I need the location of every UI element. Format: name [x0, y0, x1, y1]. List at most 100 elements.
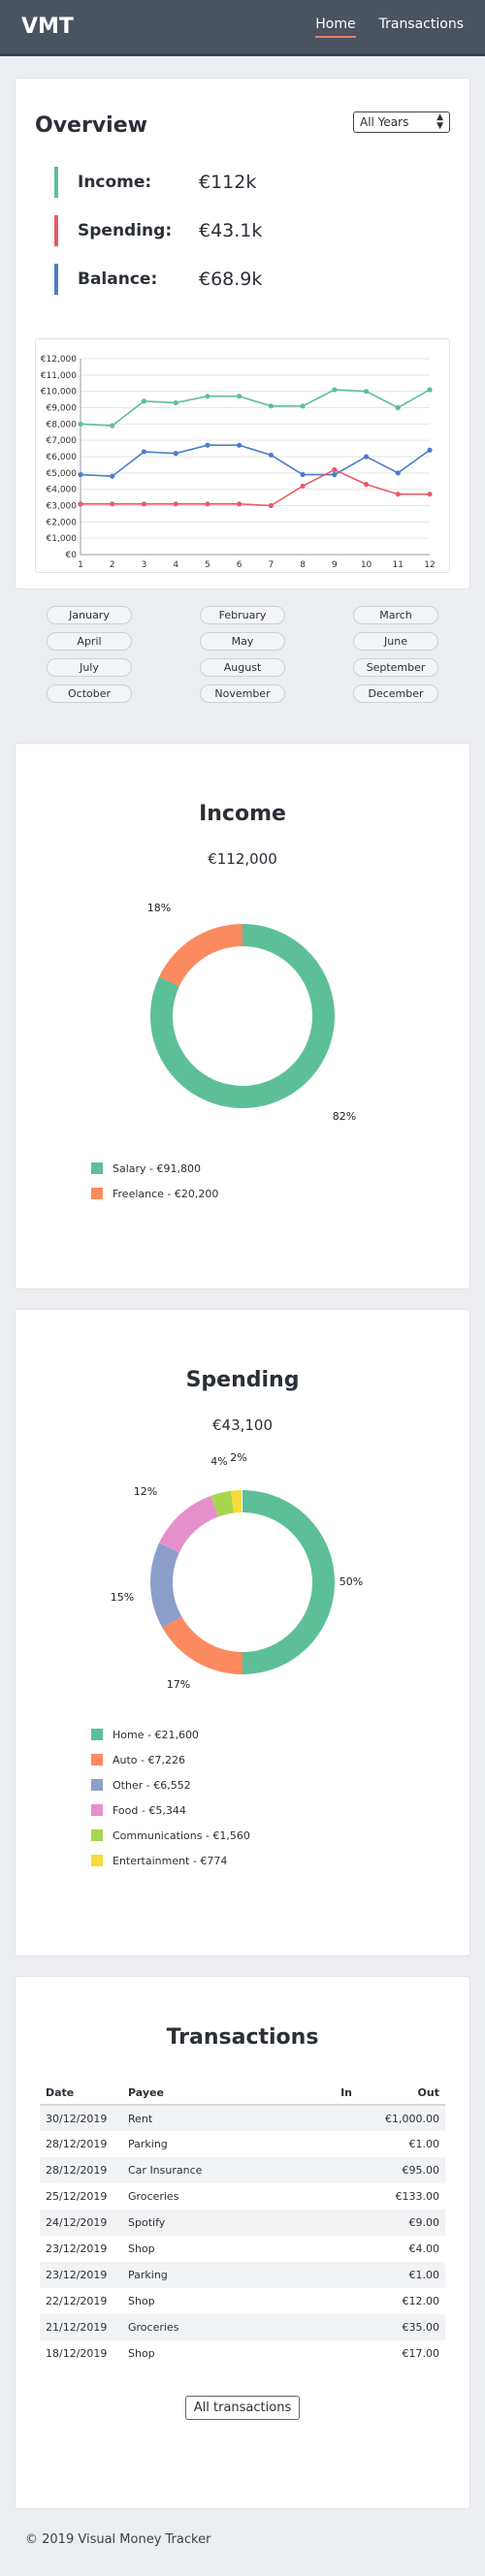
donut-slice[interactable]: [242, 1490, 335, 1674]
month-november-button[interactable]: November: [200, 684, 285, 703]
series-line: [81, 468, 430, 507]
col-out: Out: [358, 2081, 445, 2106]
table-row[interactable]: 28/12/2019 Parking €1.00: [40, 2131, 445, 2157]
data-point[interactable]: [427, 387, 433, 393]
col-payee: Payee: [122, 2081, 300, 2106]
donut-slice[interactable]: [159, 924, 242, 987]
data-point[interactable]: [237, 394, 242, 399]
month-march-button[interactable]: March: [353, 606, 438, 624]
data-point[interactable]: [205, 442, 210, 448]
data-point[interactable]: [205, 394, 210, 399]
data-point[interactable]: [205, 501, 210, 507]
table-row[interactable]: 23/12/2019 Shop €4.00: [40, 2236, 445, 2262]
data-point[interactable]: [427, 447, 433, 453]
donut-slice[interactable]: [150, 1542, 182, 1628]
data-point[interactable]: [78, 501, 83, 507]
month-august-button[interactable]: August: [200, 658, 285, 677]
y-tick-label: €7,000: [47, 436, 78, 446]
data-point[interactable]: [268, 452, 274, 458]
table-row[interactable]: 24/12/2019 Spotify €9.00: [40, 2210, 445, 2236]
stat-color-bar: [54, 215, 58, 246]
data-point[interactable]: [141, 449, 147, 455]
table-row[interactable]: 25/12/2019 Groceries €133.00: [40, 2183, 445, 2210]
table-row[interactable]: 28/12/2019 Car Insurance €95.00: [40, 2157, 445, 2183]
data-point[interactable]: [237, 501, 242, 507]
data-point[interactable]: [332, 387, 338, 393]
y-tick-label: €5,000: [47, 469, 78, 479]
month-september-button[interactable]: September: [353, 658, 438, 677]
data-point[interactable]: [78, 421, 83, 427]
month-july-button[interactable]: July: [47, 658, 132, 677]
month-december-button[interactable]: December: [353, 684, 438, 703]
donut-slice[interactable]: [162, 1616, 242, 1674]
data-point[interactable]: [110, 501, 115, 507]
cell-payee: Shop: [128, 2295, 155, 2307]
data-point[interactable]: [173, 501, 178, 507]
col-date: Date: [40, 2081, 122, 2106]
data-point[interactable]: [300, 483, 306, 489]
data-point[interactable]: [427, 492, 433, 497]
data-point[interactable]: [141, 501, 147, 507]
data-point[interactable]: [78, 471, 83, 478]
data-point[interactable]: [110, 423, 115, 429]
x-tick-label: 10: [361, 560, 372, 570]
year-select[interactable]: All Years ▲ ▼: [353, 111, 450, 133]
data-point[interactable]: [173, 451, 178, 457]
month-april-button[interactable]: April: [47, 632, 132, 651]
col-in: In: [300, 2081, 358, 2106]
legend-item: Communications - €1,560: [91, 1826, 469, 1845]
y-tick-label: €0: [66, 551, 78, 560]
transactions-title: Transactions: [166, 2025, 319, 2050]
data-point[interactable]: [395, 492, 401, 497]
data-point[interactable]: [395, 404, 401, 411]
legend-swatch: [91, 1829, 103, 1841]
legend-label: Communications - €1,560: [113, 1829, 250, 1842]
legend-label: Entertainment - €774: [113, 1854, 228, 1867]
data-point[interactable]: [332, 471, 338, 478]
data-point[interactable]: [268, 502, 274, 509]
data-point[interactable]: [300, 471, 306, 478]
data-point[interactable]: [395, 470, 401, 476]
cell-in: [300, 2210, 358, 2236]
cell-in: [300, 2288, 358, 2314]
year-select-value: All Years: [360, 114, 409, 129]
nav-transactions-link[interactable]: Transactions: [379, 16, 464, 38]
table-row[interactable]: 18/12/2019 Shop €17.00: [40, 2340, 445, 2367]
stat-value: €43.1k: [199, 220, 263, 241]
month-june-button[interactable]: June: [353, 632, 438, 651]
footer-text: © 2019 Visual Money Tracker: [25, 2532, 211, 2547]
month-october-button[interactable]: October: [47, 684, 132, 703]
legend-swatch: [91, 1855, 103, 1866]
brand-logo[interactable]: VMT: [21, 15, 74, 39]
donut-slice[interactable]: [159, 1495, 219, 1553]
x-tick-label: 1: [78, 560, 83, 570]
income-total: €112,000: [208, 850, 277, 868]
data-point[interactable]: [332, 466, 338, 473]
month-january-button[interactable]: January: [47, 606, 132, 624]
table-row[interactable]: 30/12/2019 Rent €1,000.00: [40, 2105, 445, 2131]
monthly-line-chart: €0 €1,000 €2,000 €3,000 €4,000 €5,000 €6,000 €7…: [35, 338, 450, 573]
table-row[interactable]: 21/12/2019 Groceries €35.00: [40, 2314, 445, 2340]
data-point[interactable]: [363, 482, 370, 488]
nav-home-link[interactable]: Home: [315, 16, 356, 38]
cell-payee: Rent: [122, 2105, 300, 2131]
data-point[interactable]: [110, 473, 115, 479]
cell-out: €1,000.00: [358, 2105, 445, 2131]
data-point[interactable]: [268, 403, 274, 409]
cell-out: €17.00: [402, 2347, 440, 2360]
data-point[interactable]: [141, 398, 147, 404]
cell-payee: Shop: [128, 2347, 155, 2360]
table-row[interactable]: 23/12/2019 Parking €1.00: [40, 2262, 445, 2288]
slice-percent-label: 15%: [111, 1591, 134, 1604]
data-point[interactable]: [237, 442, 242, 448]
data-point[interactable]: [363, 389, 370, 395]
all-transactions-button[interactable]: All transactions: [184, 2396, 301, 2420]
data-point[interactable]: [363, 454, 370, 460]
data-point[interactable]: [300, 403, 306, 409]
data-point[interactable]: [173, 399, 178, 406]
month-february-button[interactable]: February: [200, 606, 285, 624]
cell-out: €1.00: [408, 2138, 440, 2150]
month-may-button[interactable]: May: [200, 632, 285, 651]
cell-in: [300, 2157, 358, 2183]
table-row[interactable]: 22/12/2019 Shop €12.00: [40, 2288, 445, 2314]
